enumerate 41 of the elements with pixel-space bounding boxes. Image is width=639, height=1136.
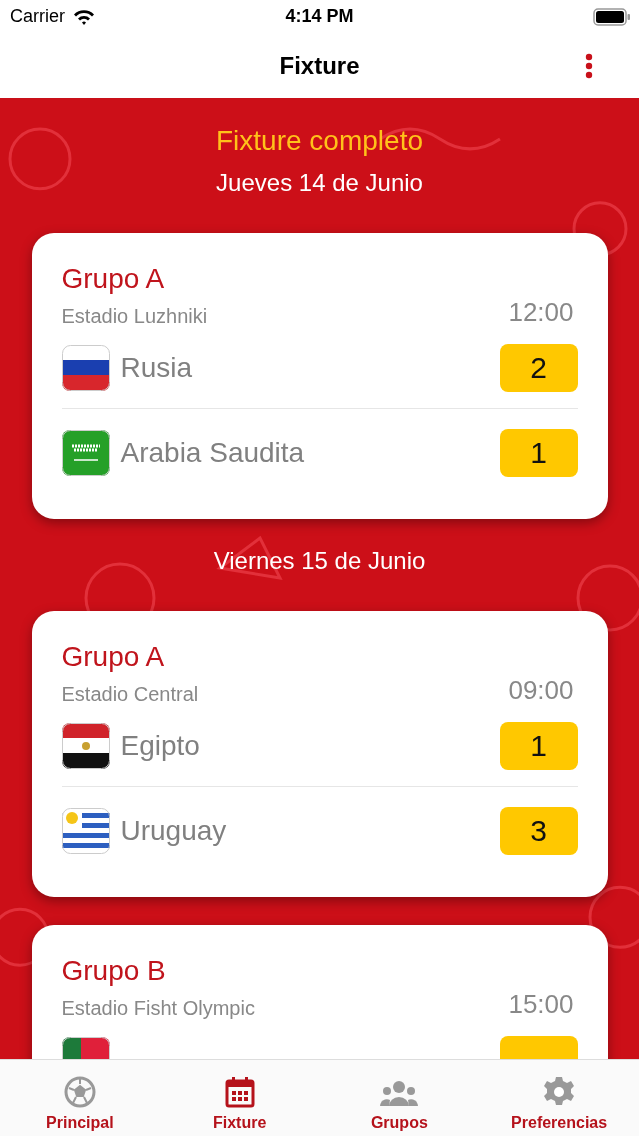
screen-title: Fixture	[279, 51, 360, 80]
calendar-icon	[224, 1076, 255, 1108]
team-name: Rusia	[120, 352, 194, 384]
flag-icon	[61, 723, 110, 769]
more-menu-icon[interactable]	[585, 53, 593, 79]
match-card[interactable]: Grupo B Estadio Fisht Olympic 15:00	[31, 925, 608, 1059]
section-heading: Fixture completo	[216, 125, 423, 157]
stadium-name: Estadio Central	[61, 683, 199, 706]
score-badge: 3	[499, 807, 578, 855]
stadium-name: Estadio Fisht Olympic	[61, 997, 255, 1020]
match-time: 09:00	[508, 675, 574, 706]
date-header: Jueves 14 de Junio	[216, 169, 423, 197]
group-name: Grupo A	[61, 641, 166, 673]
tab-item[interactable]: Preferencias	[479, 1060, 639, 1136]
score-badge: 1	[499, 722, 578, 770]
clock: 4:14 PM	[285, 6, 354, 27]
score-badge: 1	[499, 429, 578, 477]
people-icon	[379, 1080, 420, 1108]
group-name: Grupo B	[61, 955, 167, 987]
carrier-label: Carrier	[10, 6, 65, 27]
flag-icon	[61, 430, 110, 476]
stadium-name: Estadio Luzhniki	[61, 305, 208, 328]
tab-item[interactable]: Principal	[0, 1060, 160, 1136]
settings-icon	[543, 1076, 576, 1108]
wifi-icon	[73, 8, 95, 25]
team-name: Arabia Saudita	[120, 437, 306, 469]
soccer-ball-icon	[63, 1076, 96, 1108]
flag-icon	[61, 345, 110, 391]
team-name: Egipto	[120, 730, 201, 762]
match-time: 15:00	[508, 989, 574, 1020]
tab-item[interactable]: Fixture	[159, 1060, 320, 1136]
match-time: 12:00	[508, 297, 574, 328]
date-header: Viernes 15 de Junio	[213, 547, 426, 575]
score-badge: 2	[499, 344, 578, 392]
match-card[interactable]: Grupo A Estadio Luzhniki 12:00 Rusia 2 Arabia Saudita 1	[31, 233, 608, 519]
group-name: Grupo A	[61, 263, 166, 295]
match-card[interactable]: Grupo A Estadio Central 09:00 Egipto 1 Uruguay 3	[31, 611, 608, 897]
flag-icon	[61, 808, 110, 854]
battery-icon	[593, 7, 631, 26]
team-name: Uruguay	[120, 815, 228, 847]
tab-item[interactable]: Grupos	[319, 1060, 480, 1136]
